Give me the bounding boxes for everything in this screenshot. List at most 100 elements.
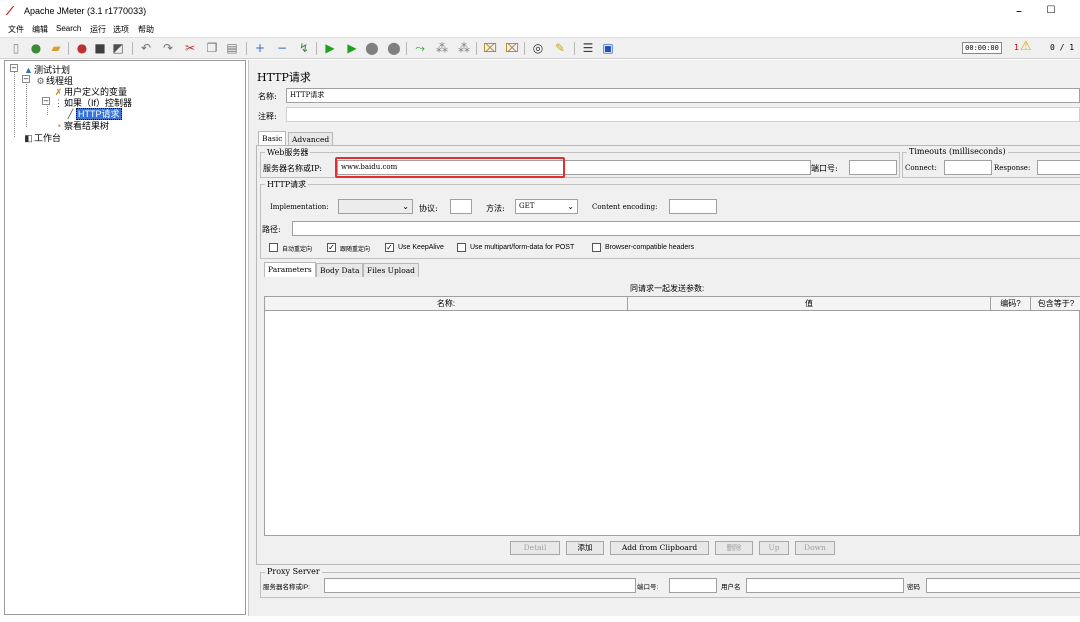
add-button[interactable]: 添加	[566, 541, 604, 555]
function-helper-icon[interactable]: ☰	[580, 40, 596, 56]
start-icon[interactable]: ▶	[322, 40, 338, 56]
menu-options[interactable]: 选项	[113, 24, 129, 35]
menu-help[interactable]: 帮助	[138, 24, 154, 35]
proxy-pass-label: 密码	[907, 584, 920, 591]
undo-icon[interactable]: ↶	[138, 40, 154, 56]
expander-if-controller[interactable]: −	[42, 97, 50, 105]
title-bar: ⁄ Apache JMeter (3.1 r1770033) – ☐	[0, 0, 1080, 22]
window-title: Apache JMeter (3.1 r1770033)	[24, 6, 147, 16]
close-icon[interactable]: ●	[74, 40, 90, 56]
tree-node-workbench[interactable]: ◧工作台	[23, 131, 61, 144]
comment-field[interactable]	[286, 107, 1080, 122]
stop-icon[interactable]: ⬤	[364, 40, 380, 56]
group-title: HTTP请求	[265, 179, 309, 190]
menu-edit[interactable]: 编辑	[32, 24, 48, 35]
collapse-icon[interactable]: −	[274, 40, 290, 56]
minimize-button[interactable]: –	[1010, 2, 1028, 20]
checkbox-label: 跟随重定向	[340, 247, 371, 253]
server-label: 服务器名称或IP:	[263, 164, 322, 173]
server-field-highlight	[335, 157, 565, 178]
browser-headers-checkbox[interactable]	[592, 243, 601, 252]
tab-files-upload[interactable]: Files Upload	[363, 263, 419, 277]
follow-redirects-checkbox[interactable]: ✓	[327, 243, 336, 252]
up-button[interactable]: Up	[759, 541, 789, 555]
test-plan-icon: ▲	[24, 65, 33, 75]
content-encoding-field[interactable]	[669, 199, 717, 214]
redo-icon[interactable]: ↷	[160, 40, 176, 56]
multipart-checkbox[interactable]	[457, 243, 466, 252]
method-select[interactable]: GET ⌄	[515, 199, 578, 214]
proxy-server-field[interactable]	[324, 578, 636, 593]
paste-icon[interactable]: ▤	[224, 40, 240, 56]
menu-search[interactable]: Search	[56, 24, 81, 33]
name-label: 名称:	[258, 92, 277, 101]
gear-icon: ⚙	[36, 76, 45, 86]
warning-icon[interactable]: ⚠	[1020, 39, 1032, 54]
response-label: Response:	[994, 164, 1031, 172]
templates-icon[interactable]: ●	[28, 40, 44, 56]
name-field[interactable]: HTTP请求	[286, 88, 1080, 103]
tab-parameters[interactable]: Parameters	[264, 262, 316, 277]
redirect-auto-checkbox[interactable]	[269, 243, 278, 252]
menu-file[interactable]: 文件	[8, 24, 24, 35]
parameters-table[interactable]: 名称: 值 编码? 包含等于?	[264, 296, 1080, 536]
path-field[interactable]	[292, 221, 1080, 236]
detail-button[interactable]: Detail	[510, 541, 560, 555]
expander-test-plan[interactable]: −	[10, 64, 18, 72]
response-timeout-field[interactable]	[1037, 160, 1080, 175]
remote-shutdown-icon[interactable]: ⁂	[456, 40, 472, 56]
proxy-password-field[interactable]	[926, 578, 1080, 593]
group-title: Timeouts (milliseconds)	[907, 147, 1008, 156]
clear-icon[interactable]: ⌧	[482, 40, 498, 56]
implementation-select[interactable]: ⌄	[338, 199, 413, 214]
port-label: 端口号:	[811, 164, 838, 173]
copy-icon[interactable]: ❐	[204, 40, 220, 56]
tree-connector	[26, 81, 27, 127]
checkbox-label: 自动重定向	[282, 247, 313, 253]
cut-icon[interactable]: ✂	[182, 40, 198, 56]
start-no-pause-icon[interactable]: ▶	[344, 40, 360, 56]
clear-all-icon[interactable]: ⌧	[504, 40, 520, 56]
keepalive-checkbox[interactable]: ✓	[385, 243, 394, 252]
column-header-name[interactable]: 名称:	[265, 297, 628, 311]
tree-label: 察看结果树	[64, 121, 110, 131]
maximize-button[interactable]: ☐	[1042, 2, 1060, 20]
params-caption: 同请求一起发送参数:	[630, 284, 705, 293]
help-icon[interactable]: ▣	[600, 40, 616, 56]
checkbox-label: Use multipart/form-data for POST	[470, 244, 575, 251]
delete-button[interactable]: 删除	[715, 541, 753, 555]
column-header-value[interactable]: 值	[628, 297, 991, 311]
protocol-field[interactable]	[450, 199, 472, 214]
column-header-include-equals[interactable]: 包含等于?	[1031, 297, 1080, 311]
column-header-encode[interactable]: 编码?	[991, 297, 1031, 311]
tab-body-data[interactable]: Body Data	[316, 263, 364, 277]
tree-node-result-tree[interactable]: ◔ 察看结果树	[53, 119, 109, 132]
chevron-down-icon: ⌄	[567, 202, 574, 211]
remote-stop-icon[interactable]: ⁂	[434, 40, 450, 56]
expander-thread-group[interactable]: −	[22, 75, 30, 83]
port-field[interactable]	[849, 160, 897, 175]
down-button[interactable]: Down	[795, 541, 835, 555]
reset-search-icon[interactable]: ✎	[552, 40, 568, 56]
tab-advanced[interactable]: Advanced	[288, 132, 334, 146]
add-from-clipboard-button[interactable]: Add from Clipboard	[610, 541, 709, 555]
save-icon[interactable]: ■	[92, 40, 108, 56]
proxy-port-label: 端口号:	[637, 584, 659, 591]
listener-icon: ◔	[55, 121, 62, 131]
elapsed-timer: 00:00:00	[962, 42, 1002, 54]
new-icon[interactable]: ▯	[8, 40, 24, 56]
toolbar: ▯ ● ▰ ● ■ ◩ ↶ ↷ ✂ ❐ ▤ + − ↯ ▶ ▶ ⬤ ⬤ ⤳ ⁂ …	[0, 37, 1080, 59]
menu-run[interactable]: 运行	[90, 24, 106, 35]
proxy-username-field[interactable]	[746, 578, 904, 593]
search-icon[interactable]: ◎	[530, 40, 546, 56]
remote-start-icon[interactable]: ⤳	[412, 40, 428, 56]
toggle-icon[interactable]: ↯	[296, 40, 312, 56]
tab-basic[interactable]: Basic	[258, 131, 287, 146]
connect-label: Connect:	[905, 164, 937, 172]
connect-timeout-field[interactable]	[944, 160, 992, 175]
open-icon[interactable]: ▰	[48, 40, 64, 56]
expand-icon[interactable]: +	[252, 40, 268, 56]
shutdown-icon[interactable]: ⬤	[386, 40, 402, 56]
proxy-port-field[interactable]	[669, 578, 717, 593]
save-as-icon[interactable]: ◩	[110, 40, 126, 56]
